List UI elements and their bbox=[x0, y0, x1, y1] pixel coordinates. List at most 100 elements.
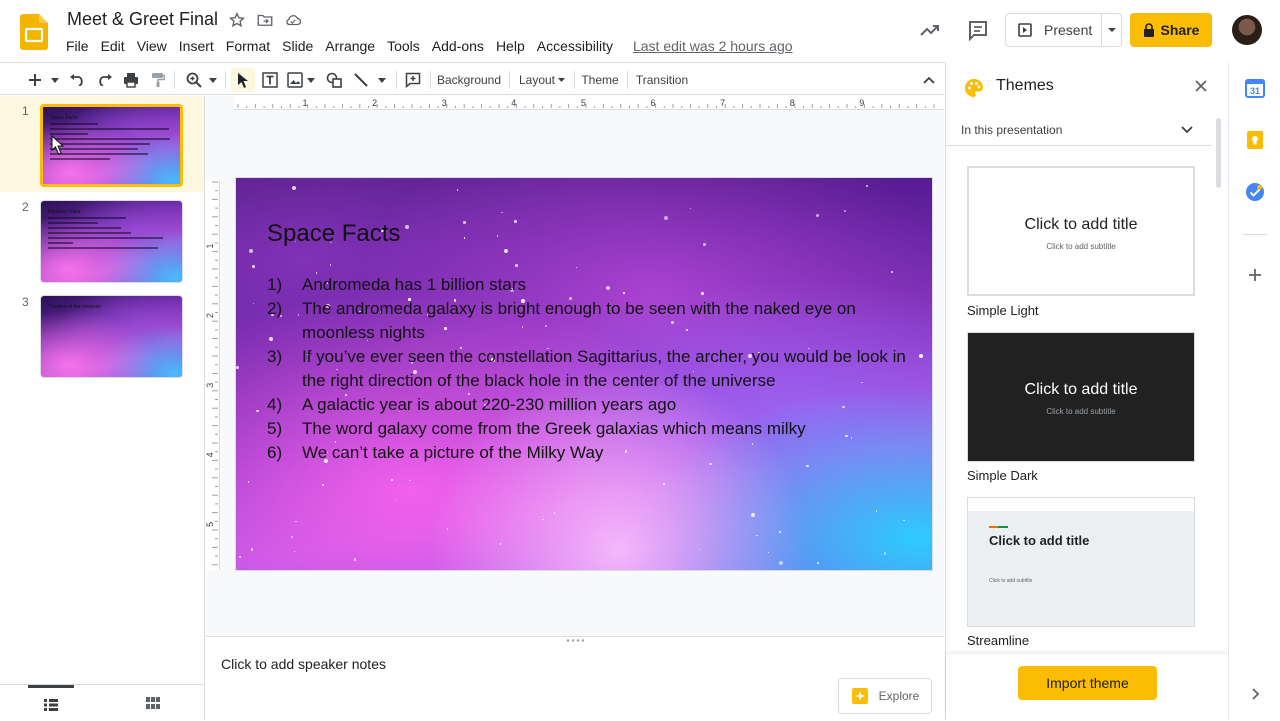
share-button[interactable]: Share bbox=[1130, 13, 1212, 47]
star-dot bbox=[256, 409, 259, 413]
menu-tools[interactable]: Tools bbox=[381, 36, 426, 56]
star-dot bbox=[409, 479, 411, 482]
present-button[interactable]: Present bbox=[1006, 14, 1103, 46]
transition-button[interactable]: Transition bbox=[634, 69, 690, 91]
menu-addons[interactable]: Add-ons bbox=[426, 36, 490, 56]
line-caret-icon[interactable] bbox=[375, 69, 389, 91]
activity-trend-icon[interactable] bbox=[918, 18, 942, 42]
horizontal-ruler[interactable]: 1 2 3 4 5 6 7 8 9 bbox=[234, 96, 944, 110]
line-icon[interactable] bbox=[350, 69, 372, 91]
menu-format[interactable]: Format bbox=[220, 36, 276, 56]
zoom-icon[interactable] bbox=[183, 69, 205, 91]
menu-view[interactable]: View bbox=[131, 36, 173, 56]
list-view-icon[interactable] bbox=[28, 685, 74, 721]
menu-insert[interactable]: Insert bbox=[173, 36, 220, 56]
menu-help[interactable]: Help bbox=[490, 36, 531, 56]
side-panel-rail: 31 bbox=[1228, 62, 1280, 720]
background-button[interactable]: Background bbox=[437, 69, 501, 91]
speaker-notes-input[interactable]: Click to add speaker notes bbox=[221, 656, 386, 672]
ruler-label: 5 bbox=[581, 98, 586, 108]
get-addons-plus-icon[interactable] bbox=[1245, 265, 1265, 285]
theme-card-simple-dark[interactable]: Click to add title Click to add subtitle bbox=[967, 332, 1195, 462]
present-options-dropdown[interactable] bbox=[1102, 27, 1121, 33]
thumbnail-title: Space Facts bbox=[50, 115, 78, 121]
text-box-icon[interactable] bbox=[259, 69, 281, 91]
collapse-toolbar-chevron-up-icon[interactable] bbox=[918, 69, 940, 91]
theme-card-simple-light[interactable]: Click to add title Click to add subtitle bbox=[967, 166, 1195, 296]
menu-bar: File Edit View Insert Format Slide Arran… bbox=[60, 36, 799, 56]
cloud-saved-icon[interactable] bbox=[284, 11, 302, 29]
star-dot bbox=[866, 185, 868, 187]
keep-notes-icon[interactable] bbox=[1245, 130, 1265, 150]
slide-title[interactable]: Space Facts bbox=[267, 220, 400, 248]
slide-thumbnail-1[interactable]: Space Facts bbox=[40, 104, 183, 187]
grid-view-icon[interactable] bbox=[130, 685, 176, 721]
menu-edit[interactable]: Edit bbox=[95, 36, 131, 56]
slides-logo-icon[interactable] bbox=[20, 14, 48, 50]
menu-arrange[interactable]: Arrange bbox=[319, 36, 381, 56]
toolbar-divider bbox=[174, 71, 175, 89]
tasks-icon[interactable] bbox=[1245, 182, 1265, 202]
theme-preview-title: Click to add title bbox=[1024, 381, 1138, 398]
menu-slide[interactable]: Slide bbox=[276, 36, 319, 56]
theme-source-dropdown[interactable]: In this presentation bbox=[946, 114, 1212, 146]
scrollbar[interactable] bbox=[1216, 118, 1221, 188]
account-avatar[interactable] bbox=[1232, 15, 1262, 45]
present-icon bbox=[1018, 23, 1032, 37]
slide-thumbnail-2[interactable]: Random Trivia bbox=[40, 200, 183, 283]
add-comment-icon[interactable] bbox=[402, 69, 424, 91]
last-edit-link[interactable]: Last edit was 2 hours ago bbox=[627, 36, 799, 56]
star-dot bbox=[698, 548, 701, 551]
star-dot bbox=[463, 237, 466, 239]
thumbnail-title: Random Trivia bbox=[48, 209, 81, 215]
toolbar-divider bbox=[627, 71, 628, 89]
select-cursor-icon[interactable] bbox=[231, 68, 255, 92]
list-text: Andromeda has 1 billion stars bbox=[302, 275, 526, 294]
slide-canvas-area: 1 2 3 4 5 6 7 8 9 1 2 3 4 5 Space Facts 1) Andromeda … bbox=[206, 96, 944, 636]
redo-icon[interactable] bbox=[94, 69, 116, 91]
star-dot bbox=[456, 189, 459, 191]
ruler-label: 3 bbox=[206, 383, 215, 388]
vertical-ruler[interactable]: 1 2 3 4 5 bbox=[206, 180, 220, 570]
star-dot bbox=[816, 561, 820, 565]
explore-button[interactable]: Explore bbox=[838, 678, 932, 714]
slide-canvas[interactable]: Space Facts 1) Andromeda has 1 billion st… bbox=[236, 178, 932, 570]
menu-file[interactable]: File bbox=[60, 36, 95, 56]
layout-button[interactable]: Layout bbox=[517, 69, 567, 91]
close-icon[interactable] bbox=[1194, 79, 1208, 93]
slide-body-list[interactable]: 1) Andromeda has 1 billion stars 2) The an… bbox=[267, 273, 907, 465]
star-icon[interactable] bbox=[228, 11, 246, 29]
expand-panel-chevron-right-icon[interactable] bbox=[1245, 684, 1265, 704]
caret-down-icon bbox=[1107, 28, 1116, 32]
list-item: 5) The word galaxy come from the Greek ga… bbox=[267, 417, 907, 441]
new-slide-layout-caret-icon[interactable] bbox=[48, 69, 62, 91]
menu-accessibility[interactable]: Accessibility bbox=[531, 36, 619, 56]
undo-icon[interactable] bbox=[66, 69, 88, 91]
theme-card-streamline[interactable]: Click to add title Click to add subtitle bbox=[967, 497, 1195, 627]
star-dot bbox=[290, 535, 294, 539]
list-item: 3) If you’ve ever seen the constellation … bbox=[267, 345, 907, 393]
thumbnail-text-lines bbox=[50, 123, 175, 163]
rail-divider bbox=[1243, 234, 1267, 235]
image-caret-icon[interactable] bbox=[305, 69, 317, 91]
shape-icon[interactable] bbox=[323, 69, 345, 91]
calendar-icon[interactable]: 31 bbox=[1245, 78, 1265, 98]
comments-icon[interactable] bbox=[966, 18, 990, 42]
insert-image-icon[interactable] bbox=[284, 69, 306, 91]
zoom-caret-icon[interactable] bbox=[206, 69, 220, 91]
move-folder-icon[interactable] bbox=[256, 11, 274, 29]
slide-filmstrip: 1 Space Facts 2 Random Trivia 3 Timeline… bbox=[0, 96, 205, 720]
print-icon[interactable] bbox=[120, 69, 142, 91]
import-theme-button[interactable]: Import theme bbox=[1018, 666, 1157, 700]
document-title[interactable]: Meet & Greet Final bbox=[67, 9, 218, 30]
star-dot bbox=[816, 214, 819, 217]
slide-thumbnail-3[interactable]: Timeline of the universe bbox=[40, 295, 183, 378]
ruler-label: 1 bbox=[302, 98, 307, 108]
editing-toolbar: Background Layout Theme Transition bbox=[0, 62, 944, 95]
theme-source-label: In this presentation bbox=[961, 123, 1063, 137]
new-slide-plus-icon[interactable] bbox=[24, 69, 46, 91]
theme-button[interactable]: Theme bbox=[580, 69, 620, 91]
resize-handle-icon[interactable] bbox=[566, 639, 586, 642]
ruler-label: 3 bbox=[442, 98, 447, 108]
paint-format-icon[interactable] bbox=[147, 69, 169, 91]
